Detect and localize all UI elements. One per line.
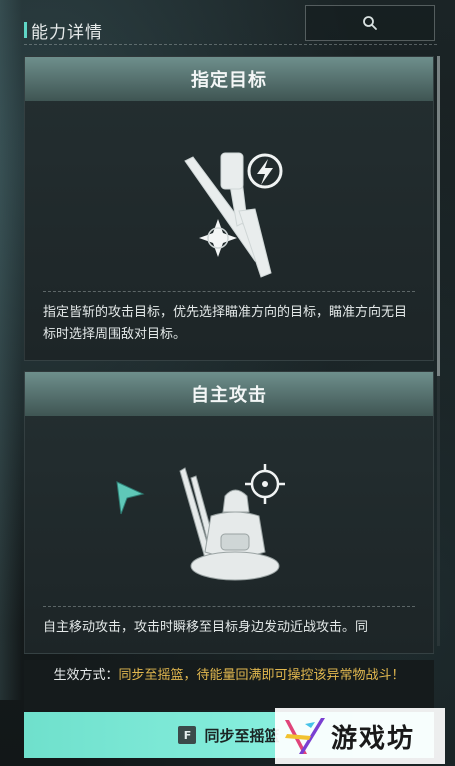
- card-title: 指定目标: [25, 57, 433, 101]
- card-art: [25, 101, 433, 291]
- search-icon: [363, 16, 377, 30]
- watermark: 游戏坊: [275, 708, 445, 764]
- title-accent-bar: [24, 22, 27, 38]
- search-button[interactable]: [305, 5, 435, 41]
- page-title: 能力详情: [31, 23, 103, 43]
- samurai-crosshair-icon: [116, 464, 285, 581]
- header-divider: [24, 44, 437, 45]
- ability-list[interactable]: 指定目标 指定皆斩的攻击目标，优先选择瞄准方向的目标，瞄准方向无目标时选择周围敌…: [24, 56, 434, 656]
- ability-card-designate-target: 指定目标 指定皆斩的攻击目标，优先选择瞄准方向的目标，瞄准方向无目标时选择周围敌…: [24, 56, 434, 361]
- sync-button-label: 同步至摇篮: [204, 726, 280, 745]
- card-art: [25, 416, 433, 606]
- effect-label: 生效方式：: [53, 668, 119, 683]
- left-edge-glow: [0, 0, 22, 700]
- key-hint-f: F: [178, 726, 197, 744]
- effect-method: 生效方式：同步至摇篮，待能量回满即可操控该异常物战斗！: [24, 660, 434, 710]
- ability-card-auto-attack: 自主攻击 自主移动攻击，攻击时瞬移至目标身边发动近战攻击。同: [24, 371, 434, 654]
- cursor-arrow-icon: [116, 481, 145, 515]
- card-title: 自主攻击: [25, 372, 433, 416]
- header: 能力详情: [0, 0, 455, 50]
- watermark-logo-icon: [285, 718, 325, 754]
- effect-text: 同步至摇篮，待能量回满即可操控该异常物战斗！: [118, 668, 405, 683]
- card-description: 指定皆斩的攻击目标，优先选择瞄准方向的目标，瞄准方向无目标时选择周围敌对目标。: [43, 305, 408, 342]
- watermark-text: 游戏坊: [331, 723, 416, 754]
- katana-target-lightning-icon: [184, 152, 283, 278]
- card-description: 自主移动攻击，攻击时瞬移至目标身边发动近战攻击。同: [43, 620, 369, 635]
- scrollbar-thumb[interactable]: [437, 56, 440, 376]
